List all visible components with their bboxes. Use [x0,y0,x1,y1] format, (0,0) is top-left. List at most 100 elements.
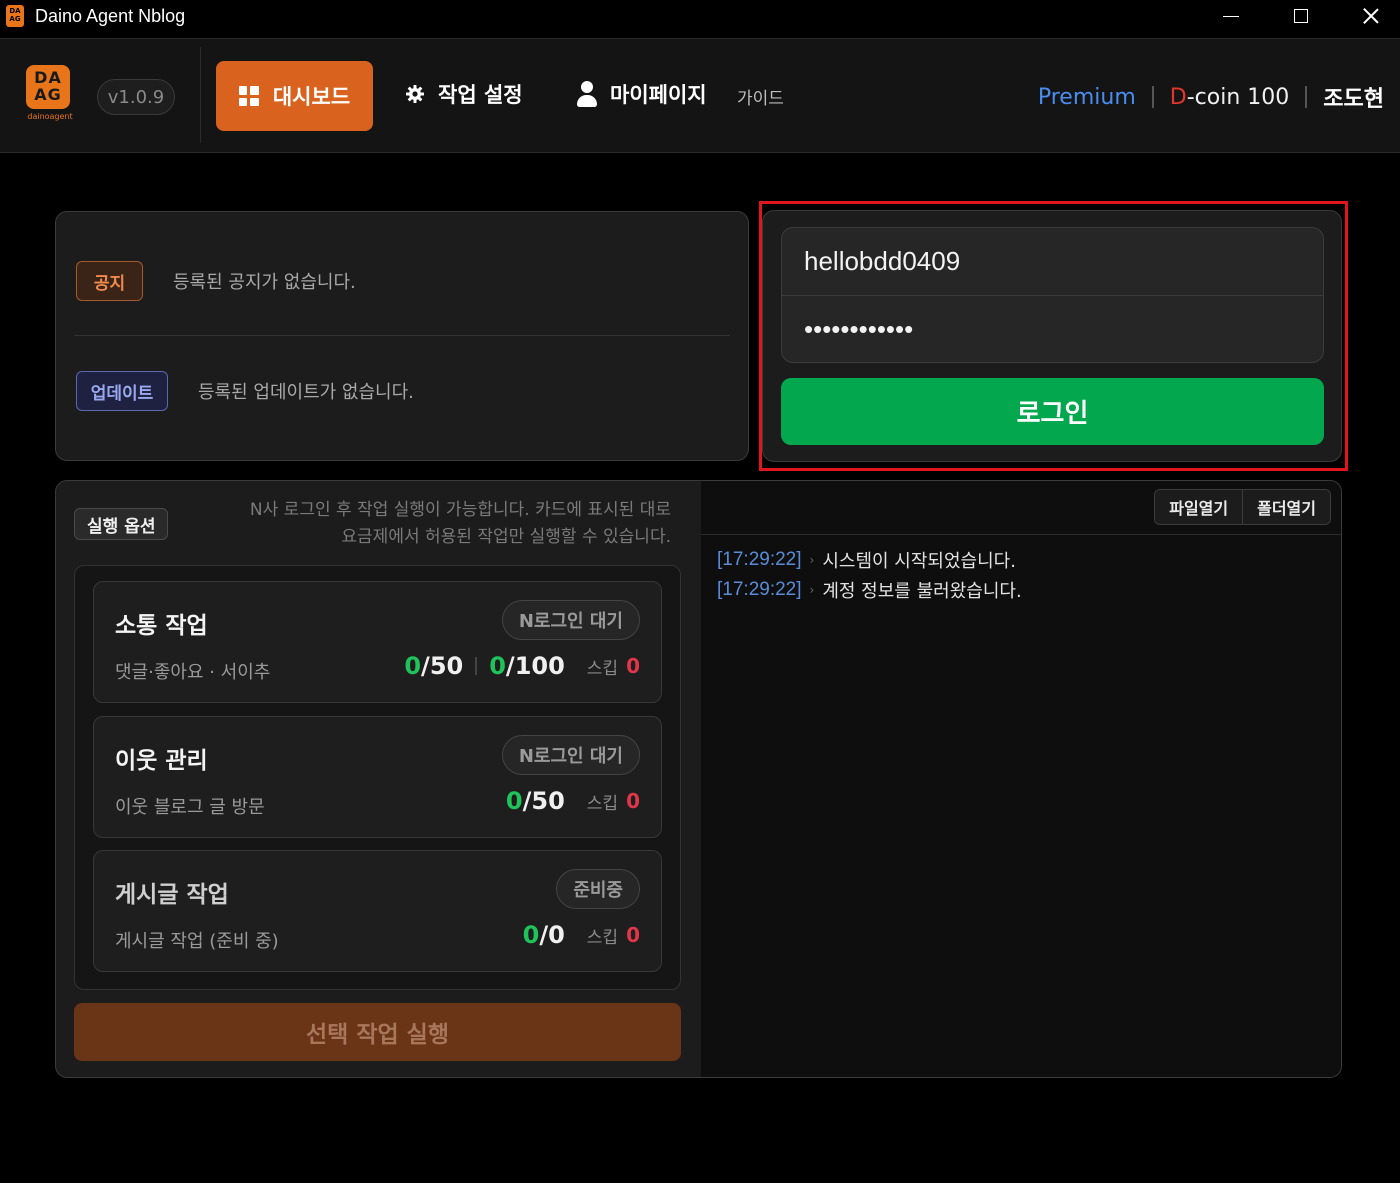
gear-icon [404,83,426,105]
chevron-right-icon: › [809,583,815,597]
nav-mypage-label: 마이페이지 [610,83,707,107]
run-selected-button[interactable]: 선택 작업 실행 [74,1003,681,1061]
task-title: 게시글 작업 [115,882,229,908]
notice-divider [74,335,730,336]
header-divider [200,47,201,143]
task-card-neighbor[interactable]: 이웃 관리 N로그인 대기 이웃 블로그 글 방문 0/50 스킵 0 [93,716,662,838]
password-field[interactable] [782,296,1323,362]
task-description: 게시글 작업 (준비 중) [115,931,279,952]
open-file-button[interactable]: 파일열기 [1155,490,1243,524]
log-panel: 파일열기 폴더열기 [17:29:22] › 시스템이 시작되었습니다. [17… [701,481,1341,1077]
progress-done: 0 [505,787,523,815]
task-stats: 0/0 스킵 0 [523,921,640,949]
account-summary: Premium D-coin 100 조도현 [1038,81,1384,113]
skip-label: 스킵 [586,793,619,814]
task-card-communication[interactable]: 소통 작업 N로그인 대기 댓글·좋아요 · 서이추 0/50 0/100 스킵… [93,581,662,703]
version-badge: v1.0.9 [97,79,175,115]
log-message: 시스템이 시작되었습니다. [822,551,1016,572]
task-stats: 0/50 0/100 스킵 0 [404,652,640,680]
progress-total: /100 [505,652,565,680]
update-text: 등록된 업데이트가 없습니다. [198,382,414,403]
run-hint-line: 요금제에서 허용된 작업만 실행할 수 있습니다. [341,527,671,547]
run-hint-line: N사 로그인 후 작업 실행이 가능합니다. 카드에 표시된 대로 [249,500,671,520]
window-title: Daino Agent Nblog [35,6,186,26]
username: 조도현 [1323,87,1384,112]
dcoin-balance: D-coin 100 [1170,85,1290,110]
skip-count: 0 [626,923,640,947]
user-icon [576,81,598,107]
dcoin-prefix: D [1169,84,1187,110]
task-status-badge: N로그인 대기 [501,735,640,775]
close-button[interactable] [1348,0,1394,32]
nav-mypage[interactable]: 마이페이지 [576,79,707,109]
username-field[interactable] [782,228,1323,295]
task-status-badge: N로그인 대기 [501,600,640,640]
logo-subtext: dainoagent [27,112,73,121]
stat-divider [475,657,478,675]
nav-work-settings[interactable]: 작업 설정 [404,79,523,109]
task-progress: 0/50 [404,652,463,680]
progress-total: /50 [522,787,565,815]
skip-count: 0 [626,789,640,813]
window-titlebar: DA AG Daino Agent Nblog [0,0,1400,38]
progress-total: /50 [421,652,464,680]
app-logo-icon: DA AG [6,5,24,27]
minimize-button[interactable] [1208,0,1254,32]
login-button[interactable]: 로그인 [781,378,1324,445]
account-divider [1305,86,1308,108]
grid-icon [238,86,259,106]
login-fields [781,227,1324,363]
minimize-icon [1223,15,1239,17]
skip-label: 스킵 [586,927,619,948]
log-toolbar: 파일열기 폴더열기 [1154,489,1331,525]
task-progress: 0/50 [506,787,565,815]
nav-dashboard[interactable]: 대시보드 [216,61,373,131]
account-divider [1151,86,1154,108]
nav-guide[interactable]: 가이드 [737,84,784,109]
update-badge: 업데이트 [76,371,168,411]
notice-panel: 공지 등록된 공지가 없습니다. 업데이트 등록된 업데이트가 없습니다. [55,211,749,461]
notice-badge: 공지 [76,261,143,301]
log-line: [17:29:22] › 시스템이 시작되었습니다. [717,545,1022,575]
login-panel: 로그인 [762,210,1342,462]
log-line: [17:29:22] › 계정 정보를 불러왔습니다. [717,575,1022,605]
chevron-right-icon: › [809,553,815,567]
logo-mark: DA AG [26,65,70,109]
log-lines: [17:29:22] › 시스템이 시작되었습니다. [17:29:22] › … [717,545,1022,605]
run-panel: 실행 옵션 N사 로그인 후 작업 실행이 가능합니다. 카드에 표시된 대로 … [55,480,1342,1078]
maximize-button[interactable] [1278,0,1324,32]
task-card-post[interactable]: 게시글 작업 준비중 게시글 작업 (준비 중) 0/0 스킵 0 [93,850,662,972]
progress-done: 0 [404,652,422,680]
notice-row: 공지 등록된 공지가 없습니다. [76,261,356,301]
run-options-badge: 실행 옵션 [74,508,169,540]
run-hint: N사 로그인 후 작업 실행이 가능합니다. 카드에 표시된 대로 요금제에서 … [250,497,671,551]
app-header: DA AG dainoagent v1.0.9 대시보드 작업 설정 마이페이지… [0,38,1400,153]
task-description: 댓글·좋아요 · 서이추 [115,662,271,683]
task-list: 소통 작업 N로그인 대기 댓글·좋아요 · 서이추 0/50 0/100 스킵… [74,565,681,990]
log-message: 계정 정보를 불러왔습니다. [822,581,1022,602]
close-icon [1363,8,1379,24]
task-description: 이웃 블로그 글 방문 [115,797,265,818]
maximize-icon [1294,9,1308,23]
task-progress: 0/100 [489,652,565,680]
task-progress: 0/0 [523,921,565,949]
log-timestamp: [17:29:22] [717,579,802,600]
progress-done: 0 [522,921,540,949]
update-row: 업데이트 등록된 업데이트가 없습니다. [76,371,414,411]
log-timestamp: [17:29:22] [717,549,802,570]
skip-count: 0 [626,654,640,678]
dcoin-amount: -coin 100 [1186,84,1290,110]
log-divider [701,534,1341,535]
task-title: 이웃 관리 [115,748,208,774]
task-stats: 0/50 스킵 0 [506,787,640,815]
brand-logo: DA AG dainoagent [26,65,74,127]
progress-done: 0 [489,652,506,680]
plan-label: Premium [1037,84,1136,110]
nav-work-settings-label: 작업 설정 [438,83,523,107]
nav-dashboard-label: 대시보드 [272,85,351,109]
task-title: 소통 작업 [115,613,208,639]
skip-label: 스킵 [586,658,619,679]
open-folder-button[interactable]: 폴더열기 [1242,490,1330,524]
notice-text: 등록된 공지가 없습니다. [173,272,356,293]
progress-total: /0 [539,921,565,949]
